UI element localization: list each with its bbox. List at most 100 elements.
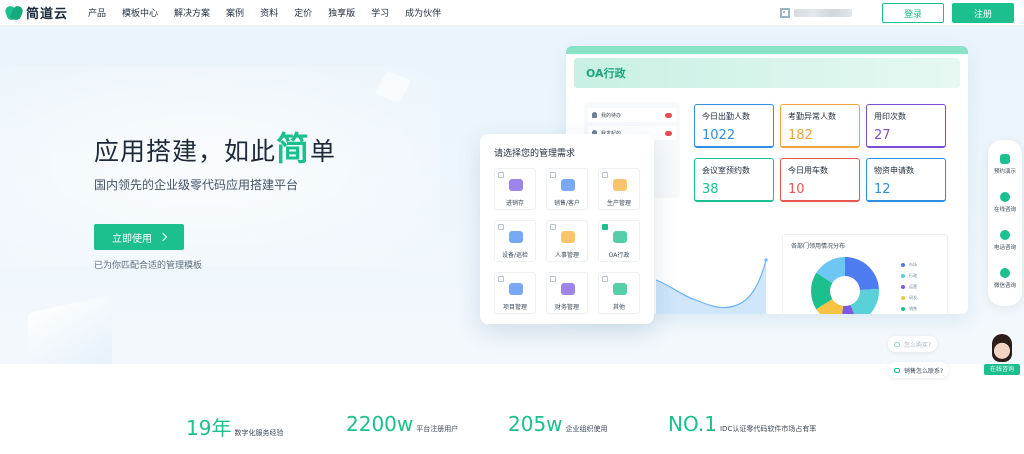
nav-item-solutions[interactable]: 解决方案 — [174, 6, 210, 19]
online-agent-widget[interactable]: 在线咨询 — [984, 334, 1020, 376]
headline-accent: 简 — [276, 129, 311, 168]
blurred-phone-number — [794, 9, 852, 17]
needs-selector-modal: 请选择您的管理需求 进销存 销售/客户 生产管理 设备/巡检 人事管理 OA行政… — [480, 134, 654, 324]
option-project[interactable]: 项目管理 — [494, 272, 536, 314]
sales-icon — [561, 179, 575, 191]
nav-item-cases[interactable]: 案例 — [226, 6, 244, 19]
brand-name: 简道云 — [26, 7, 69, 22]
donut-hole — [830, 276, 860, 306]
donut-chart — [811, 257, 879, 314]
option-checkbox[interactable] — [550, 172, 556, 178]
dashboard-header: OA行政 — [574, 58, 960, 88]
line-point — [764, 258, 768, 262]
logo-heart-icon — [6, 6, 22, 20]
project-icon — [509, 283, 523, 295]
legend-swatch — [901, 295, 905, 300]
modal-title: 请选择您的管理需求 — [494, 149, 576, 159]
count-badge — [665, 130, 672, 136]
line-chart-thumbnail — [652, 234, 774, 314]
book-demo-button[interactable]: 预约演示 — [988, 154, 1022, 175]
stat-value: 10 — [788, 182, 805, 197]
legend-item: 行政 — [901, 270, 917, 281]
legend-item: 研发 — [901, 292, 917, 303]
agent-avatar — [992, 334, 1012, 362]
warehouse-icon — [509, 179, 523, 191]
register-button[interactable]: 注册 — [952, 3, 1014, 23]
bell-icon — [592, 112, 597, 118]
decor-cube-large — [28, 295, 112, 364]
option-oa[interactable]: OA行政 — [598, 220, 640, 262]
option-checkbox[interactable] — [498, 224, 504, 230]
nav-item-learn[interactable]: 学习 — [371, 6, 389, 19]
chat-icon — [1000, 192, 1010, 202]
contact-float-bar: 预约演示 在线咨询 电话咨询 微信咨询 — [988, 140, 1022, 306]
option-checkbox[interactable] — [550, 276, 556, 282]
phone-consult-button[interactable]: 电话咨询 — [988, 230, 1022, 251]
legend-swatch — [901, 306, 905, 311]
stat-card: 今日用车数 10 — [780, 158, 860, 202]
cta-note: 已为你匹配合适的管理模板 — [94, 261, 203, 271]
option-production[interactable]: 生产管理 — [598, 168, 640, 210]
option-inventory[interactable]: 进销存 — [494, 168, 536, 210]
online-chat-button[interactable]: 在线咨询 — [988, 192, 1022, 213]
nav-item-templates[interactable]: 模板中心 — [122, 6, 158, 19]
pie-chart-panel: 各部门领用情况分布 市场 行政 运营 研发 销售 财务 — [782, 234, 948, 314]
stat-card: 物资申请数 12 — [866, 158, 946, 202]
legend-swatch — [901, 262, 905, 267]
top-nav: 简道云 产品 模板中心 解决方案 案例 资料 定价 独享版 学习 成为伙伴 登录… — [0, 0, 1024, 26]
inspection-icon — [509, 231, 523, 243]
option-checkbox[interactable] — [602, 276, 608, 282]
option-checkbox[interactable] — [550, 224, 556, 230]
login-button[interactable]: 登录 — [882, 3, 944, 23]
qr-code-icon[interactable] — [780, 8, 790, 18]
quick-question-bubble[interactable]: 销售怎么联系? — [888, 362, 950, 378]
chat-bubble-icon — [894, 341, 900, 347]
option-inspection[interactable]: 设备/巡检 — [494, 220, 536, 262]
edit-icon — [1000, 154, 1010, 164]
pie-title: 各部门领用情况分布 — [791, 243, 846, 250]
quick-question-bubble[interactable]: 怎么购买? — [888, 336, 938, 352]
hero-headline: 应用搭建，如此简单 — [94, 129, 337, 168]
chevron-right-icon — [158, 232, 168, 242]
option-checkbox[interactable] — [498, 276, 504, 282]
stat-value: 12 — [874, 182, 891, 197]
legend-item: 销售 — [901, 303, 917, 314]
phone-icon — [1000, 230, 1010, 240]
pie-legend: 市场 行政 运营 研发 销售 财务 — [901, 259, 917, 314]
option-finance[interactable]: 财务管理 — [546, 272, 588, 314]
production-icon — [613, 179, 627, 191]
hero-subline: 国内领先的企业级零代码应用搭建平台 — [94, 178, 299, 192]
option-other[interactable]: 其他 — [598, 272, 640, 314]
stat-card: 今日出勤人数 1022 — [694, 104, 774, 148]
stat-value: 38 — [702, 182, 719, 197]
stat-users: 2200w 平台注册用户 — [346, 412, 459, 436]
brand-logo[interactable]: 简道云 — [6, 3, 82, 22]
option-checkbox[interactable] — [602, 224, 608, 230]
legend-swatch — [901, 284, 905, 289]
other-icon — [613, 283, 627, 295]
wechat-consult-button[interactable]: 微信咨询 — [988, 268, 1022, 289]
start-now-button[interactable]: 立即使用 — [94, 224, 184, 250]
legend-item: 市场 — [901, 259, 917, 270]
chat-bubble-icon — [894, 367, 900, 373]
nav-item-resources[interactable]: 资料 — [260, 6, 278, 19]
legend-swatch — [901, 273, 905, 278]
nav-item-pricing[interactable]: 定价 — [294, 6, 312, 19]
option-checkbox[interactable] — [498, 172, 504, 178]
stat-value: 182 — [788, 128, 813, 143]
agent-label: 在线咨询 — [984, 364, 1020, 375]
option-sales[interactable]: 销售/客户 — [546, 168, 588, 210]
stat-organizations: 205w 企业组织使用 — [508, 412, 608, 436]
stat-experience: 19年 数字化服务经验 — [186, 416, 284, 440]
stats-band: 19年 数字化服务经验 2200w 平台注册用户 205w 企业组织使用 NO.… — [0, 364, 1024, 454]
nav-item-partner[interactable]: 成为伙伴 — [405, 6, 441, 19]
nav-item-product[interactable]: 产品 — [88, 6, 106, 19]
option-checkbox[interactable] — [602, 172, 608, 178]
stat-card: 考勤异常人数 182 — [780, 104, 860, 148]
option-hr[interactable]: 人事管理 — [546, 220, 588, 262]
nav-actions: 登录 注册 — [780, 3, 1014, 23]
dashboard-title: OA行政 — [586, 67, 626, 80]
nav-menu: 产品 模板中心 解决方案 案例 资料 定价 独享版 学习 成为伙伴 — [88, 6, 457, 19]
finance-icon — [561, 283, 575, 295]
nav-item-dedicated[interactable]: 独享版 — [328, 6, 355, 19]
